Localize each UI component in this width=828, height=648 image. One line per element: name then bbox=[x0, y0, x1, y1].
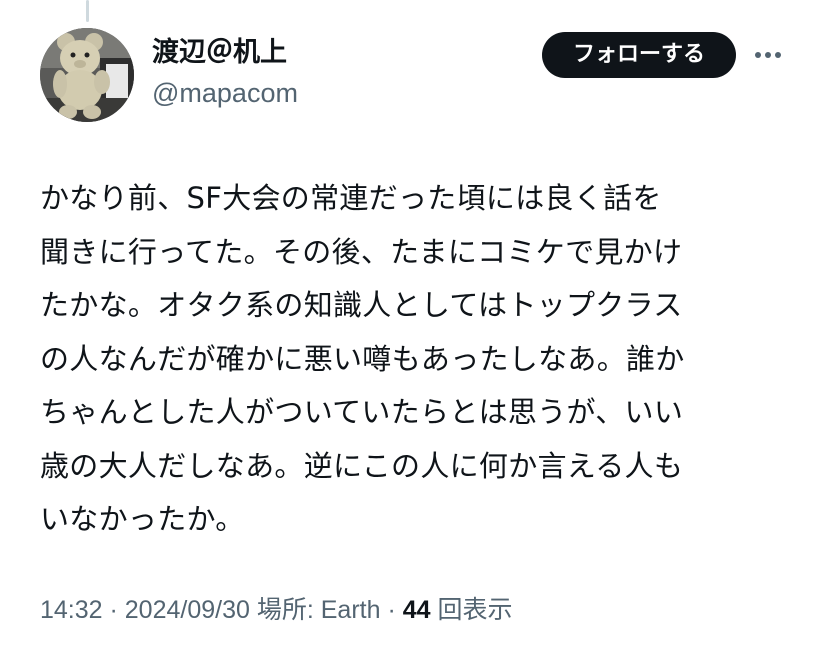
tweet-text-line: 歳の大人だしなあ。逆にこの人に何か言える人も bbox=[40, 448, 684, 483]
tweet-text-line: ちゃんとした人がついていたらとは思うが、いい bbox=[40, 395, 684, 429]
display-name[interactable]: 渡辺＠机上 bbox=[152, 36, 298, 70]
views-count[interactable]: 44 bbox=[403, 596, 431, 624]
tweet-metadata: 14:32 · 2024/09/30 場所: Earth · 44 回表示 bbox=[40, 590, 513, 630]
tweet-text-line: いなかったか。 bbox=[40, 502, 245, 536]
user-handle[interactable]: @mapacom bbox=[152, 76, 298, 110]
tweet-date[interactable]: 2024/09/30 bbox=[125, 596, 250, 624]
meta-separator: · bbox=[102, 596, 125, 624]
tweet-text-line: たかな。オタク系の知識人としてはトップクラス bbox=[40, 288, 683, 322]
meta-separator: · bbox=[380, 596, 403, 624]
tweet-location: Earth bbox=[320, 596, 381, 624]
tweet-text-line: かなり前、SF大会の常連だった頃には良く話を bbox=[40, 181, 662, 215]
teddy-bear-avatar-icon bbox=[40, 28, 134, 122]
tweet-header: 渡辺＠机上 @mapacom フォローする bbox=[40, 28, 788, 124]
follow-button[interactable]: フォローする bbox=[542, 32, 736, 78]
thread-connector-line bbox=[86, 0, 89, 22]
location-label: 場所: bbox=[249, 596, 321, 624]
user-avatar[interactable] bbox=[40, 28, 134, 122]
more-options-button[interactable] bbox=[748, 40, 788, 70]
tweet-text-line: の人なんだが確かに悪い噂もあったしなあ。誰か bbox=[40, 341, 685, 376]
tweet-text: かなり前、SF大会の常連だった頃には良く話を 聞きに行ってた。その後、たまにコミ… bbox=[40, 172, 800, 547]
tweet-text-line: 聞きに行ってた。その後、たまにコミケで見かけ bbox=[40, 234, 683, 269]
tweet-time[interactable]: 14:32 bbox=[40, 596, 103, 624]
ellipsis-icon bbox=[755, 52, 781, 58]
views-label: 回表示 bbox=[430, 596, 513, 624]
user-name-block: 渡辺＠机上 @mapacom bbox=[152, 36, 298, 110]
